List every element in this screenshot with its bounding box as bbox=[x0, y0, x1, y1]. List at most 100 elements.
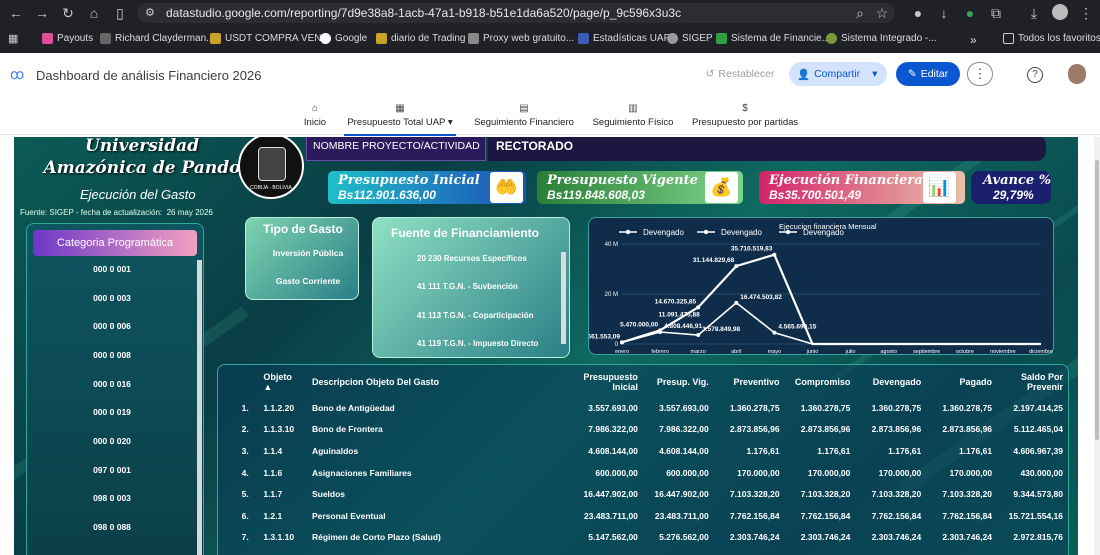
category-item[interactable]: 000 0 016 bbox=[27, 379, 197, 389]
extension-icon[interactable]: ● bbox=[910, 5, 926, 21]
bookmark-item[interactable]: Proxy web gratuito... bbox=[468, 33, 574, 44]
bookmark-item[interactable]: USDT COMPRA VEN... bbox=[210, 33, 330, 44]
cell-amount: 2.303.746,24 bbox=[800, 532, 851, 543]
category-scrollbar[interactable] bbox=[197, 260, 202, 555]
col-preventivo[interactable]: Preventivo bbox=[717, 367, 788, 397]
add-person-icon: 👤 bbox=[797, 68, 811, 81]
bookmark-item[interactable]: Sistema de Financie... bbox=[716, 33, 830, 44]
bookmark-item[interactable]: SIGEP bbox=[667, 33, 713, 44]
table-row[interactable]: 2. 1.1.3.10 Bono de Frontera 7.986.322,00 7.… bbox=[231, 419, 1071, 441]
cell-descripcion: Bono de Frontera bbox=[311, 424, 383, 435]
tab-presupuesto-partidas[interactable]: $ Presupuesto por partidas bbox=[692, 103, 798, 128]
university-seal: COBIJA - BOLIVIA bbox=[238, 137, 304, 199]
x-tick-label: abril bbox=[731, 349, 741, 355]
puzzle-icon[interactable]: ⧉ bbox=[988, 5, 1004, 21]
category-item[interactable]: 000 0 003 bbox=[27, 293, 197, 303]
table-row[interactable]: 3. 1.1.4 Aguinaldos 4.608.144,00 4.608.144,0… bbox=[231, 440, 1071, 462]
report-title[interactable]: Dashboard de análisis Financiero 2026 bbox=[36, 68, 261, 83]
col-saldo[interactable]: Saldo Por Prevenir bbox=[1000, 367, 1071, 397]
cell-amount: 600.000,00 bbox=[666, 467, 709, 478]
fuente-item[interactable]: 20 230 Recursos Específicos bbox=[417, 254, 527, 263]
tab-seguimiento-fisico[interactable]: ▥ Seguimiento Físico bbox=[592, 103, 674, 128]
fuente-scrollbar[interactable] bbox=[561, 252, 566, 344]
bookmark-item[interactable]: Payouts bbox=[42, 33, 93, 44]
col-pagado[interactable]: Pagado bbox=[929, 367, 1000, 397]
category-item[interactable]: 000 0 001 bbox=[27, 264, 197, 274]
bookmark-item[interactable]: Sistema Integrado -... bbox=[826, 33, 937, 44]
menu-kebab-icon[interactable]: ⋮ bbox=[1078, 5, 1094, 21]
extension-green-icon[interactable]: ● bbox=[962, 5, 978, 21]
looker-studio-logo-icon[interactable]: ꝏ bbox=[10, 66, 24, 83]
zoom-icon[interactable]: ⌕ bbox=[852, 5, 868, 21]
category-item[interactable]: 000 0 019 bbox=[27, 407, 197, 417]
reload-icon[interactable]: ↻ bbox=[60, 5, 76, 21]
star-icon[interactable]: ☆ bbox=[874, 5, 890, 21]
tipo-gasto-item[interactable]: Gasto Corriente bbox=[246, 276, 370, 286]
category-item[interactable]: 098 0 003 bbox=[27, 493, 197, 503]
cell-objeto: 1.1.6 bbox=[263, 467, 283, 478]
site-info-icon[interactable]: ⚙ bbox=[145, 6, 155, 19]
edit-button[interactable]: ✎ Editar bbox=[896, 62, 960, 86]
bookmarks-overflow[interactable]: » bbox=[970, 33, 977, 47]
tipo-gasto-item[interactable]: Inversión Pública bbox=[246, 248, 370, 258]
download-arrow-icon[interactable]: ↓ bbox=[936, 5, 952, 21]
cell-amount: 7.103.328,20 bbox=[729, 489, 780, 500]
cell-amount: 2.303.746,24 bbox=[942, 532, 993, 543]
cell-descripcion: Régimen de Corto Plazo (Salud) bbox=[311, 532, 441, 543]
reset-button[interactable]: ↺ Restablecer bbox=[703, 62, 777, 86]
page-scrollbar-thumb[interactable] bbox=[1095, 160, 1099, 440]
category-item[interactable]: 098 0 088 bbox=[27, 522, 197, 532]
col-objeto[interactable]: Objeto ▲ bbox=[259, 367, 312, 397]
category-item[interactable]: 000 0 006 bbox=[27, 321, 197, 331]
col-descripcion[interactable]: Descripcion Objeto Del Gasto bbox=[312, 367, 575, 397]
forward-icon[interactable]: → bbox=[34, 5, 50, 21]
project-value-field[interactable]: RECTORADO bbox=[488, 137, 1046, 161]
bookmark-item[interactable]: diario de Trading bbox=[376, 33, 466, 44]
help-icon[interactable]: ? bbox=[1027, 67, 1043, 83]
col-presupuesto-inicial[interactable]: Presupuesto Inicial bbox=[575, 367, 646, 397]
url-text[interactable]: datastudio.google.com/reporting/7d9e38a8… bbox=[166, 6, 681, 20]
table-row[interactable]: 4. 1.1.6 Asignaciones Familiares 600.000,00… bbox=[231, 462, 1071, 484]
category-item[interactable]: 000 0 008 bbox=[27, 350, 197, 360]
data-label: 3.578.849,98 bbox=[702, 326, 740, 333]
col-devengado[interactable]: Devengado bbox=[858, 367, 929, 397]
category-item[interactable]: 097 0 001 bbox=[27, 465, 197, 475]
fuente-item[interactable]: 41 119 T.G.N. - Impuesto Directo bbox=[417, 339, 538, 348]
sidebar-icon[interactable]: ▯ bbox=[112, 5, 128, 21]
fuente-item[interactable]: 41 113 T.G.N. - Coparticipación bbox=[417, 311, 533, 320]
table-row[interactable]: 6. 1.2.1 Personal Eventual 23.483.711,00 23.… bbox=[231, 505, 1071, 527]
more-options-icon[interactable]: ⋮ bbox=[967, 62, 993, 86]
back-icon[interactable]: ← bbox=[8, 5, 24, 21]
col-presup-vig[interactable]: Presup. Vig. bbox=[646, 367, 717, 397]
table-row[interactable]: 7. 1.3.1.10 Régimen de Corto Plazo (Salud)… bbox=[231, 527, 1071, 549]
tab-presupuesto-total[interactable]: ▦ Presupuesto Total UAP ▾ bbox=[344, 103, 456, 136]
tab-seguimiento-financiero[interactable]: ▤ Seguimiento Financiero bbox=[474, 103, 574, 128]
home-browser-icon[interactable]: ⌂ bbox=[86, 5, 102, 21]
cell-amount: 7.103.328,20 bbox=[871, 489, 922, 500]
tab-inicio[interactable]: ⌂ Inicio bbox=[300, 103, 330, 128]
downloads-icon[interactable]: ⤓ bbox=[1026, 5, 1042, 21]
apps-grid-icon[interactable]: ▦ bbox=[8, 32, 18, 45]
cell-amount: 2.303.746,24 bbox=[729, 532, 780, 543]
fuente-item[interactable]: 41 111 T.G.N. - Suvbención bbox=[417, 282, 518, 291]
profile-avatar[interactable] bbox=[1052, 4, 1068, 20]
bookmark-favicon bbox=[100, 33, 111, 44]
cell-amount: 170.000,00 bbox=[737, 467, 780, 478]
table-row[interactable]: 1. 1.1.2.20 Bono de Antigüedad 3.557.693,00… bbox=[231, 397, 1071, 419]
bookmark-item[interactable]: Richard Clayderman... bbox=[100, 33, 214, 44]
chevron-down-icon[interactable]: ▾ bbox=[872, 68, 877, 80]
col-compromiso[interactable]: Compromiso bbox=[788, 367, 859, 397]
bookmark-item[interactable]: Estadísticas UAP bbox=[578, 33, 670, 44]
bookmark-item[interactable]: Google bbox=[320, 33, 367, 44]
all-bookmarks[interactable]: Todos los favoritos bbox=[1003, 33, 1100, 44]
source-note: Fuente: SIGEP - fecha de actualización: … bbox=[20, 208, 213, 217]
row-index: 3. bbox=[241, 445, 249, 456]
line-chart-svg: Ejecucion financiera MensualDevengado Dev… bbox=[587, 222, 1052, 362]
user-avatar[interactable] bbox=[1068, 64, 1086, 84]
share-button[interactable]: 👤 Compartir ▾ bbox=[789, 62, 887, 86]
kpi-presupuesto-inicial: Presupuesto Inicial Bs112.901.636,00 🤲 bbox=[328, 171, 526, 204]
category-item[interactable]: 000 0 020 bbox=[27, 436, 197, 446]
table-row[interactable]: 5. 1.1.7 Sueldos 16.447.902,00 16.447.902,00… bbox=[231, 483, 1071, 505]
project-label: NOMBRE PROYECTO/ACTIVIDAD bbox=[306, 137, 486, 161]
row-index: 4. bbox=[241, 467, 249, 478]
